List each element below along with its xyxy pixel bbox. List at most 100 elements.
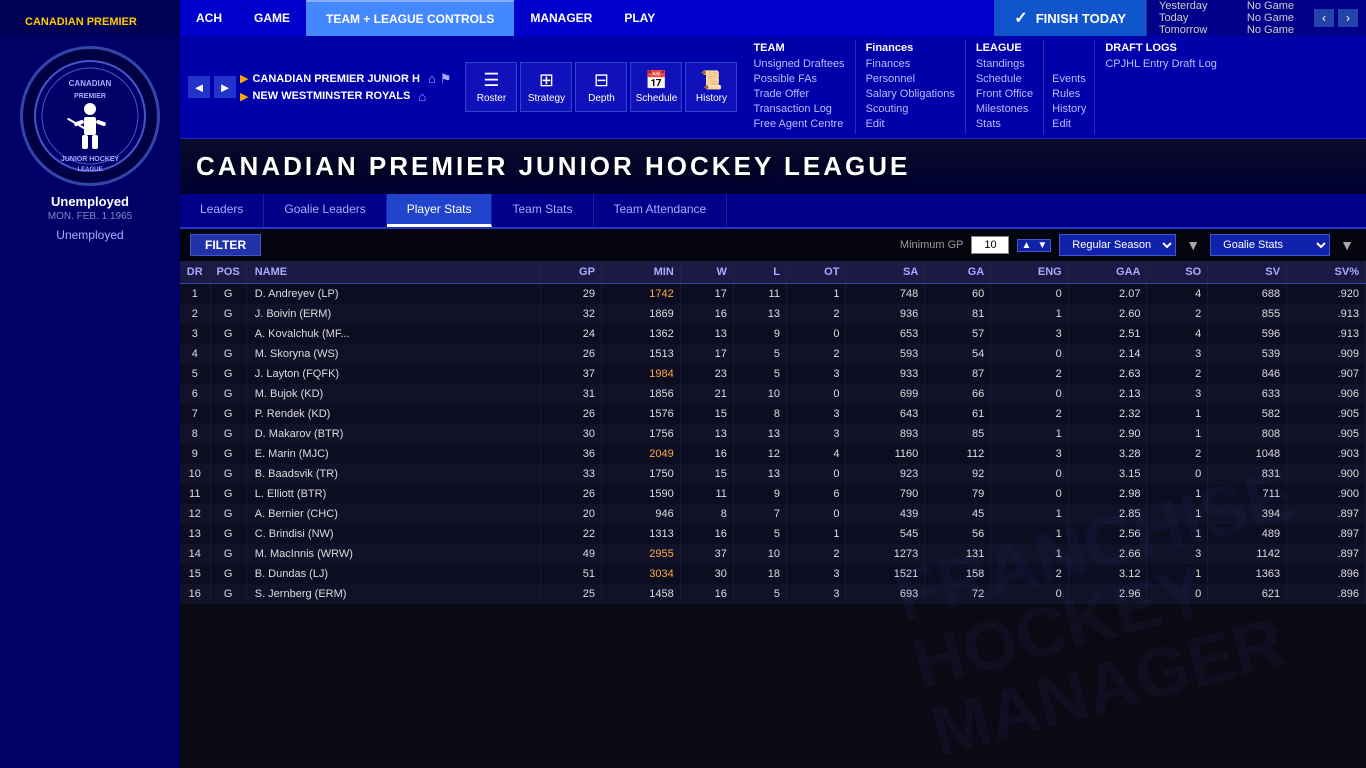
table-row[interactable]: 2 G J. Boivin (ERM) 32 1869 16 13 2 936 … xyxy=(180,304,1366,324)
filter-btn[interactable]: FILTER xyxy=(190,234,261,256)
team-menu-item-0[interactable]: Unsigned Draftees xyxy=(753,57,844,72)
team-menu-item-1[interactable]: Possible FAs xyxy=(753,72,844,87)
breadcrumb-1[interactable]: CANADIAN PREMIER JUNIOR H xyxy=(252,73,419,85)
strategy-tool[interactable]: ⊞ Strategy xyxy=(520,62,572,112)
league-item-2[interactable]: Front Office xyxy=(976,87,1033,102)
top-nav: CANADIAN PREMIER ACH GAME TEAM + LEAGUE … xyxy=(0,0,1366,36)
table-header: DR POS NAME GP MIN W L OT SA GA ENG GAA xyxy=(180,261,1366,284)
forward-btn[interactable]: ► xyxy=(214,76,236,98)
min-gp-input[interactable] xyxy=(971,236,1009,254)
back-btn[interactable]: ◄ xyxy=(188,76,210,98)
col-dr[interactable]: DR xyxy=(180,261,210,284)
league-item-1[interactable]: Schedule xyxy=(976,72,1033,87)
sidebar-team: Unemployed xyxy=(48,228,132,242)
table-row[interactable]: 12 G A. Bernier (CHC) 20 946 8 7 0 439 4… xyxy=(180,504,1366,524)
team-menu-item-3[interactable]: Transaction Log xyxy=(753,102,844,117)
tab-player-stats[interactable]: Player Stats xyxy=(387,194,493,227)
depth-tool[interactable]: ⊟ Depth xyxy=(575,62,627,112)
league2-item-2[interactable]: History xyxy=(1052,102,1086,117)
tab-leaders[interactable]: Leaders xyxy=(180,194,264,227)
col-name[interactable]: NAME xyxy=(246,261,540,284)
depth-label: Depth xyxy=(588,93,615,104)
main-content: CANADIAN PREMIER JUNIOR HOCKEY LE xyxy=(0,36,1366,768)
schedule-tool[interactable]: 📅 Schedule xyxy=(630,62,682,112)
nav-manager[interactable]: MANAGER xyxy=(514,0,608,36)
filter-bar: FILTER Minimum GP ▲ ▼ Regular Season Pla… xyxy=(180,229,1366,261)
finances-item-1[interactable]: Personnel xyxy=(866,72,955,87)
table-row[interactable]: 3 G A. Kovalchuk (MF... 24 1362 13 9 0 6… xyxy=(180,324,1366,344)
finances-item-4[interactable]: Edit xyxy=(866,117,955,132)
header-row: DR POS NAME GP MIN W L OT SA GA ENG GAA xyxy=(180,261,1366,284)
col-gp[interactable]: GP xyxy=(541,261,602,284)
strategy-label: Strategy xyxy=(528,93,565,104)
nav-ach[interactable]: ACH xyxy=(180,0,238,36)
nav-team-league[interactable]: TEAM + LEAGUE CONTROLS xyxy=(306,0,514,36)
col-eng[interactable]: ENG xyxy=(991,261,1068,284)
finances-item-3[interactable]: Scouting xyxy=(866,102,955,117)
col-gaa[interactable]: GAA xyxy=(1068,261,1147,284)
table-row[interactable]: 1 G D. Andreyev (LP) 29 1742 17 11 1 748… xyxy=(180,284,1366,305)
flag-icon-1[interactable]: ⚑ xyxy=(440,71,452,87)
table-row[interactable]: 4 G M. Skoryna (WS) 26 1513 17 5 2 593 5… xyxy=(180,344,1366,364)
nav-game[interactable]: GAME xyxy=(238,0,306,36)
next-btn[interactable]: › xyxy=(1338,9,1358,27)
schedule-label: Schedule xyxy=(636,93,678,104)
league-logo-text: CANADIAN PREMIER xyxy=(20,3,160,33)
roster-tool[interactable]: ☰ Roster xyxy=(465,62,517,112)
league-item-0[interactable]: Standings xyxy=(976,57,1033,72)
nav-play[interactable]: PLAY xyxy=(608,0,671,36)
app-logo: CANADIAN PREMIER xyxy=(0,0,180,36)
yesterday-row: Yesterday No Game xyxy=(1159,0,1294,12)
depth-icon: ⊟ xyxy=(594,70,609,91)
breadcrumb-2[interactable]: NEW WESTMINSTER ROYALS xyxy=(252,90,410,102)
tab-goalie-leaders[interactable]: Goalie Leaders xyxy=(264,194,386,227)
col-l[interactable]: L xyxy=(733,261,786,284)
tomorrow-label: Tomorrow xyxy=(1159,24,1207,36)
col-ot[interactable]: OT xyxy=(786,261,845,284)
team-menu-item-2[interactable]: Trade Offer xyxy=(753,87,844,102)
tab-team-stats[interactable]: Team Stats xyxy=(492,194,593,227)
league-item-4[interactable]: Stats xyxy=(976,117,1033,132)
table-row[interactable]: 11 G L. Elliott (BTR) 26 1590 11 9 6 790… xyxy=(180,484,1366,504)
stat-type-dropdown[interactable]: Goalie Stats Skater Stats xyxy=(1210,234,1330,256)
finances-item-0[interactable]: Finances xyxy=(866,57,955,72)
team-menu-item-4[interactable]: Free Agent Centre xyxy=(753,117,844,132)
col-sa[interactable]: SA xyxy=(846,261,925,284)
check-icon: ✓ xyxy=(1014,8,1027,28)
col-svp[interactable]: SV% xyxy=(1287,261,1366,284)
table-row[interactable]: 13 G C. Brindisi (NW) 22 1313 16 5 1 545… xyxy=(180,524,1366,544)
league2-item-3[interactable]: Edit xyxy=(1052,117,1086,132)
table-row[interactable]: 14 G M. MacInnis (WRW) 49 2955 37 10 2 1… xyxy=(180,544,1366,564)
home-icon-2[interactable]: ⌂ xyxy=(418,89,426,104)
season-dropdown[interactable]: Regular Season Playoffs Career xyxy=(1059,234,1176,256)
draft-log-item-0[interactable]: CPJHL Entry Draft Log xyxy=(1105,57,1216,72)
history-tool[interactable]: 📜 History xyxy=(685,62,737,112)
league2-item-1[interactable]: Rules xyxy=(1052,87,1086,102)
finish-today-btn[interactable]: ✓ FINISH TODAY xyxy=(994,0,1146,36)
table-row[interactable]: 9 G E. Marin (MJC) 36 2049 16 12 4 1160 … xyxy=(180,444,1366,464)
dropdown-arrow-2: ▼ xyxy=(1338,237,1356,253)
league2-item-0[interactable]: Events xyxy=(1052,72,1086,87)
col-w[interactable]: W xyxy=(680,261,733,284)
table-row[interactable]: 15 G B. Dundas (LJ) 51 3034 30 18 3 1521… xyxy=(180,564,1366,584)
right-content: ◄ ► ▶ CANADIAN PREMIER JUNIOR H ⌂ ⚑ ▶ NE… xyxy=(180,36,1366,768)
stats-table-container[interactable]: FRANCHISEHOCKEYMANAGER DR POS NAME GP MI… xyxy=(180,261,1366,768)
finances-item-2[interactable]: Salary Obligations xyxy=(866,87,955,102)
col-sv[interactable]: SV xyxy=(1208,261,1287,284)
col-ga[interactable]: GA xyxy=(925,261,991,284)
prev-btn[interactable]: ‹ xyxy=(1314,9,1334,27)
table-row[interactable]: 10 G B. Baadsvik (TR) 33 1750 15 13 0 92… xyxy=(180,464,1366,484)
tab-team-attendance[interactable]: Team Attendance xyxy=(594,194,728,227)
gp-down-btn[interactable]: ▼ xyxy=(1034,240,1050,251)
table-row[interactable]: 16 G S. Jernberg (ERM) 25 1458 16 5 3 69… xyxy=(180,584,1366,604)
col-pos[interactable]: POS xyxy=(210,261,246,284)
home-icon-1[interactable]: ⌂ xyxy=(428,71,436,86)
table-row[interactable]: 5 G J. Layton (FQFK) 37 1984 23 5 3 933 … xyxy=(180,364,1366,384)
gp-up-btn[interactable]: ▲ xyxy=(1018,240,1034,251)
table-row[interactable]: 7 G P. Rendek (KD) 26 1576 15 8 3 643 61… xyxy=(180,404,1366,424)
league-item-3[interactable]: Milestones xyxy=(976,102,1033,117)
table-row[interactable]: 8 G D. Makarov (BTR) 30 1756 13 13 3 893… xyxy=(180,424,1366,444)
table-row[interactable]: 6 G M. Bujok (KD) 31 1856 21 10 0 699 66… xyxy=(180,384,1366,404)
col-so[interactable]: SO xyxy=(1147,261,1208,284)
col-min[interactable]: MIN xyxy=(601,261,680,284)
